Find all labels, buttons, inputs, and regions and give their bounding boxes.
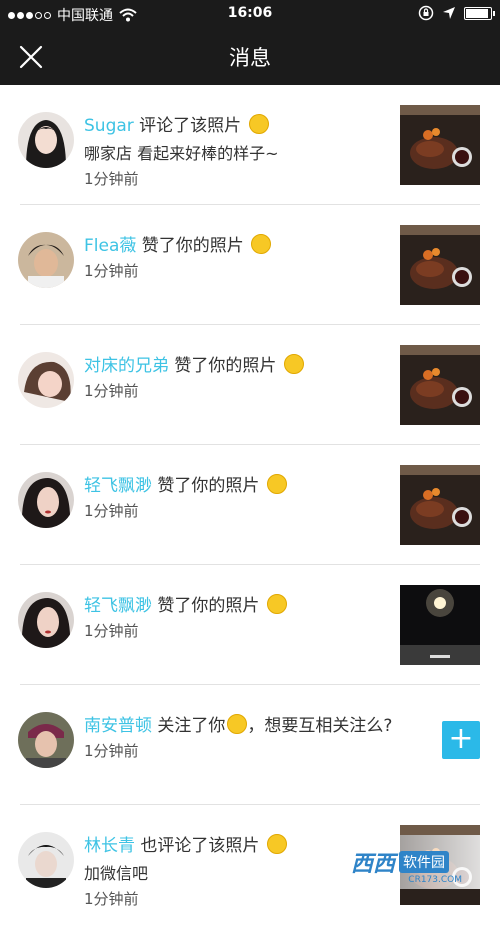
orientation-lock-icon xyxy=(418,5,434,21)
photo-thumbnail[interactable] xyxy=(400,465,480,545)
notification-row[interactable]: 轻飞飘渺 赞了你的照片 1分钟前 xyxy=(0,565,500,685)
watermark-text: 软件园 xyxy=(399,851,449,873)
timestamp: 1分钟前 xyxy=(84,262,139,280)
photo-thumbnail[interactable] xyxy=(400,585,480,665)
notification-list: Sugar 评论了该照片 哪家店 看起来好棒的样子~ 1分钟前 Flea薇 赞了… xyxy=(0,85,500,925)
kiss-emoji-icon xyxy=(266,474,287,494)
battery-icon xyxy=(464,6,495,20)
kiss-emoji-icon xyxy=(251,234,272,254)
avatar[interactable] xyxy=(18,712,74,768)
user-name[interactable]: 林长青 xyxy=(84,836,135,856)
user-name[interactable]: 轻飞飘渺 xyxy=(84,476,152,496)
avatar[interactable] xyxy=(18,232,74,288)
avatar[interactable] xyxy=(18,472,74,528)
notification-content: Sugar 评论了该照片 哪家店 看起来好棒的样子~ 1分钟前 xyxy=(84,111,390,189)
kiss-emoji-icon xyxy=(266,594,287,614)
user-name[interactable]: 轻飞飘渺 xyxy=(84,596,152,616)
avatar[interactable] xyxy=(18,352,74,408)
timestamp: 1分钟前 xyxy=(84,382,139,400)
action-text: 赞了你的照片 xyxy=(157,596,260,616)
user-name[interactable]: 南安普顿 xyxy=(84,716,152,736)
notification-content: Flea薇 赞了你的照片 1分钟前 xyxy=(84,231,390,281)
notification-row[interactable]: 对床的兄弟 赞了你的照片 1分钟前 xyxy=(0,325,500,445)
page-title: 消息 xyxy=(229,46,271,70)
timestamp: 1分钟前 xyxy=(84,502,139,520)
notification-row[interactable]: Flea薇 赞了你的照片 1分钟前 xyxy=(0,205,500,325)
timestamp: 1分钟前 xyxy=(84,742,139,760)
follow-back-button[interactable]: + xyxy=(442,721,480,759)
watermark-url: CR173.COM xyxy=(408,875,462,885)
avatar[interactable] xyxy=(18,592,74,648)
smile-emoji-icon xyxy=(227,714,248,734)
notification-row[interactable]: Sugar 评论了该照片 哪家店 看起来好棒的样子~ 1分钟前 xyxy=(0,85,500,205)
photo-thumbnail[interactable] xyxy=(400,345,480,425)
kiss-emoji-icon xyxy=(283,354,304,374)
notification-content: 对床的兄弟 赞了你的照片 1分钟前 xyxy=(84,351,390,401)
action-text: 关注了你 xyxy=(157,716,226,736)
user-name[interactable]: 对床的兄弟 xyxy=(84,356,169,376)
action-text: 赞了你的照片 xyxy=(174,356,277,376)
timestamp: 1分钟前 xyxy=(84,890,139,908)
timestamp: 1分钟前 xyxy=(84,170,139,188)
grin-emoji-icon xyxy=(248,114,269,134)
action-text: 评论了该照片 xyxy=(139,116,242,136)
status-bar: 中国联通 16:06 xyxy=(0,0,500,28)
photo-thumbnail[interactable] xyxy=(400,105,480,185)
user-name[interactable]: Flea薇 xyxy=(84,236,136,256)
photo-thumbnail[interactable] xyxy=(400,225,480,305)
action-text: 赞了你的照片 xyxy=(157,476,260,496)
user-name[interactable]: Sugar xyxy=(84,116,134,136)
notification-content: 轻飞飘渺 赞了你的照片 1分钟前 xyxy=(84,471,390,521)
notification-row[interactable]: 轻飞飘渺 赞了你的照片 1分钟前 xyxy=(0,445,500,565)
comment-text: 哪家店 看起来好棒的样子~ xyxy=(84,144,279,163)
notification-content: 轻飞飘渺 赞了你的照片 1分钟前 xyxy=(84,591,390,641)
notification-row[interactable]: 南安普顿 关注了你 ，想要互相关注么? 1分钟前 + xyxy=(0,685,500,805)
notification-content: 南安普顿 关注了你 ，想要互相关注么? 1分钟前 xyxy=(84,711,430,761)
avatar[interactable] xyxy=(18,112,74,168)
site-watermark: 西西 软件园 CR173.COM xyxy=(320,835,480,889)
avatar[interactable] xyxy=(18,832,74,888)
watermark-logo: 西西 xyxy=(350,852,395,877)
action-text: 也评论了该照片 xyxy=(140,836,260,856)
action-text: 赞了你的照片 xyxy=(141,236,244,256)
timestamp: 1分钟前 xyxy=(84,622,139,640)
grin-emoji-icon xyxy=(266,834,287,854)
follow-prompt-text: ，想要互相关注么? xyxy=(247,716,393,736)
location-arrow-icon xyxy=(443,7,455,19)
nav-bar: 消息 xyxy=(0,28,500,85)
